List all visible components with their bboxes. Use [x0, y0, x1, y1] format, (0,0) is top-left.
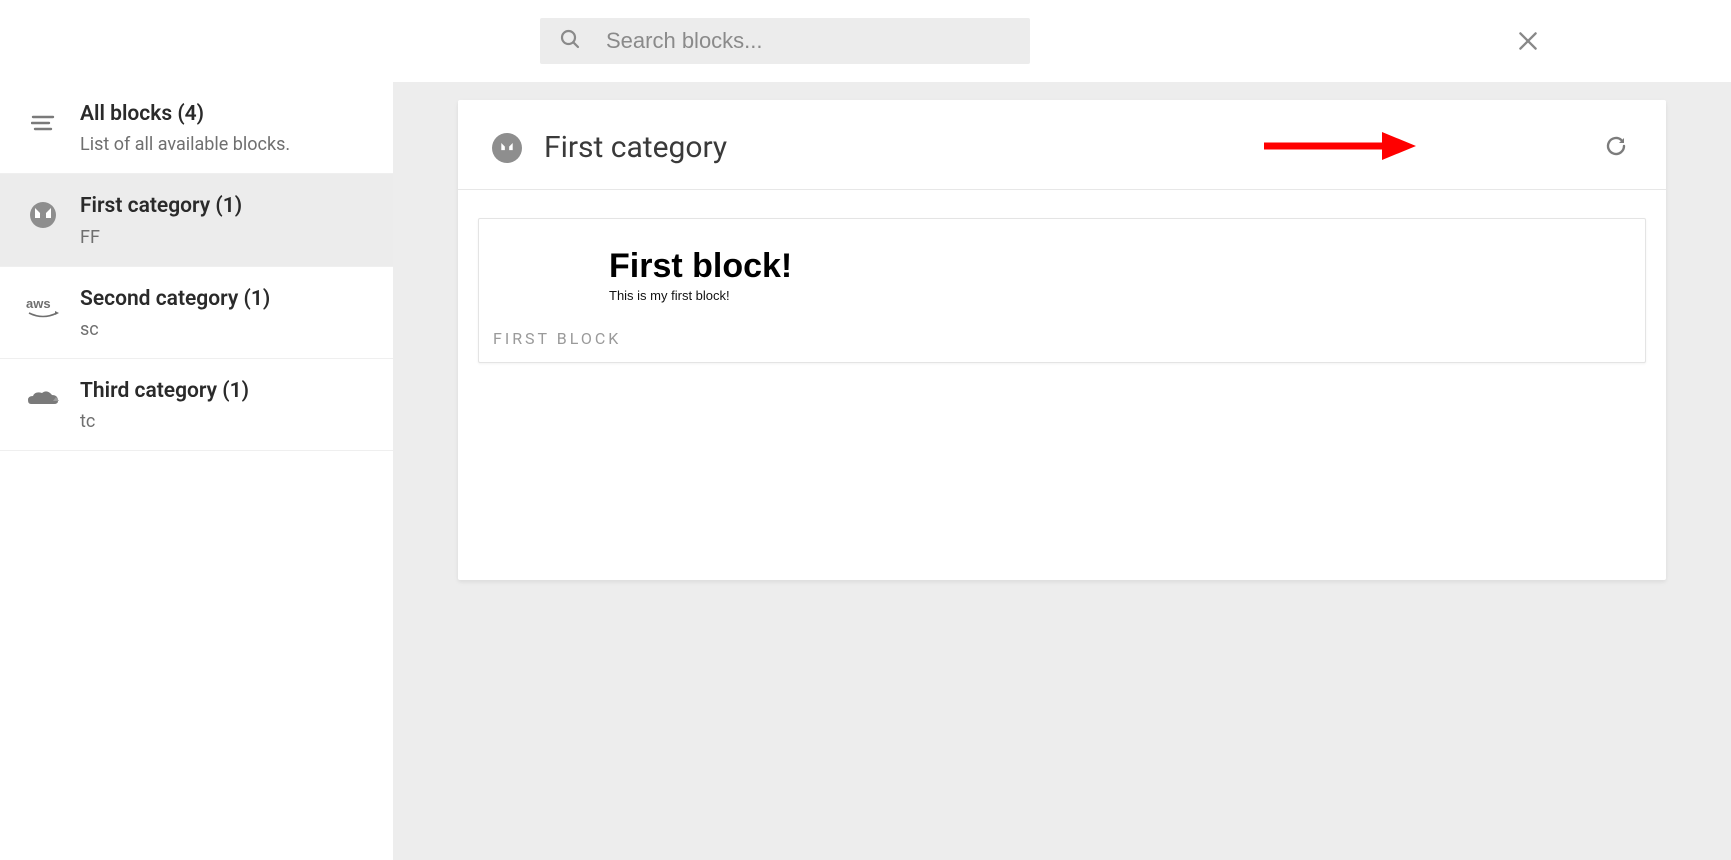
- sidebar-item-second-category[interactable]: aws Second category (1) sc: [0, 267, 393, 359]
- annotation-arrow-icon: [1258, 128, 1418, 164]
- sidebar-item-all-blocks[interactable]: All blocks (4) List of all available blo…: [0, 82, 393, 174]
- list-icon: [24, 104, 62, 142]
- search-container[interactable]: [540, 18, 1030, 64]
- body-area: All blocks (4) List of all available blo…: [0, 82, 1731, 860]
- panel-header: First category: [458, 100, 1666, 190]
- block-card[interactable]: First block! This is my first block! FIR…: [478, 218, 1646, 363]
- block-preview: First block! This is my first block!: [479, 219, 1645, 313]
- cloudflare-icon: [24, 381, 62, 419]
- category-panel: First category First block!: [458, 100, 1666, 580]
- sidebar-item-subtitle: List of all available blocks.: [80, 134, 290, 155]
- sidebar: All blocks (4) List of all available blo…: [0, 82, 393, 860]
- aws-icon: aws: [24, 289, 62, 327]
- category-icon: [492, 133, 522, 163]
- close-button[interactable]: [1515, 28, 1541, 58]
- block-preview-heading: First block!: [609, 247, 1613, 286]
- svg-text:aws: aws: [26, 296, 51, 311]
- sidebar-item-title: Third category (1): [80, 377, 249, 405]
- sidebar-item-subtitle: tc: [80, 411, 249, 432]
- sidebar-item-third-category[interactable]: Third category (1) tc: [0, 359, 393, 451]
- sidebar-item-subtitle: FF: [80, 227, 242, 248]
- top-bar: [0, 0, 1731, 82]
- sidebar-item-title: Second category (1): [80, 285, 270, 313]
- block-preview-text: This is my first block!: [609, 288, 1613, 303]
- monero-icon: [24, 196, 62, 234]
- search-icon: [558, 27, 582, 55]
- refresh-button[interactable]: [1604, 134, 1628, 162]
- panel-body: First block! This is my first block! FIR…: [458, 190, 1666, 403]
- search-input[interactable]: [582, 28, 1012, 54]
- content-area: First category First block!: [393, 82, 1731, 860]
- panel-title: First category: [544, 130, 727, 165]
- block-label: FIRST BLOCK: [479, 313, 1645, 362]
- sidebar-item-subtitle: sc: [80, 319, 270, 340]
- sidebar-item-first-category[interactable]: First category (1) FF: [0, 174, 393, 266]
- sidebar-item-title: First category (1): [80, 192, 242, 220]
- sidebar-item-title: All blocks (4): [80, 100, 290, 128]
